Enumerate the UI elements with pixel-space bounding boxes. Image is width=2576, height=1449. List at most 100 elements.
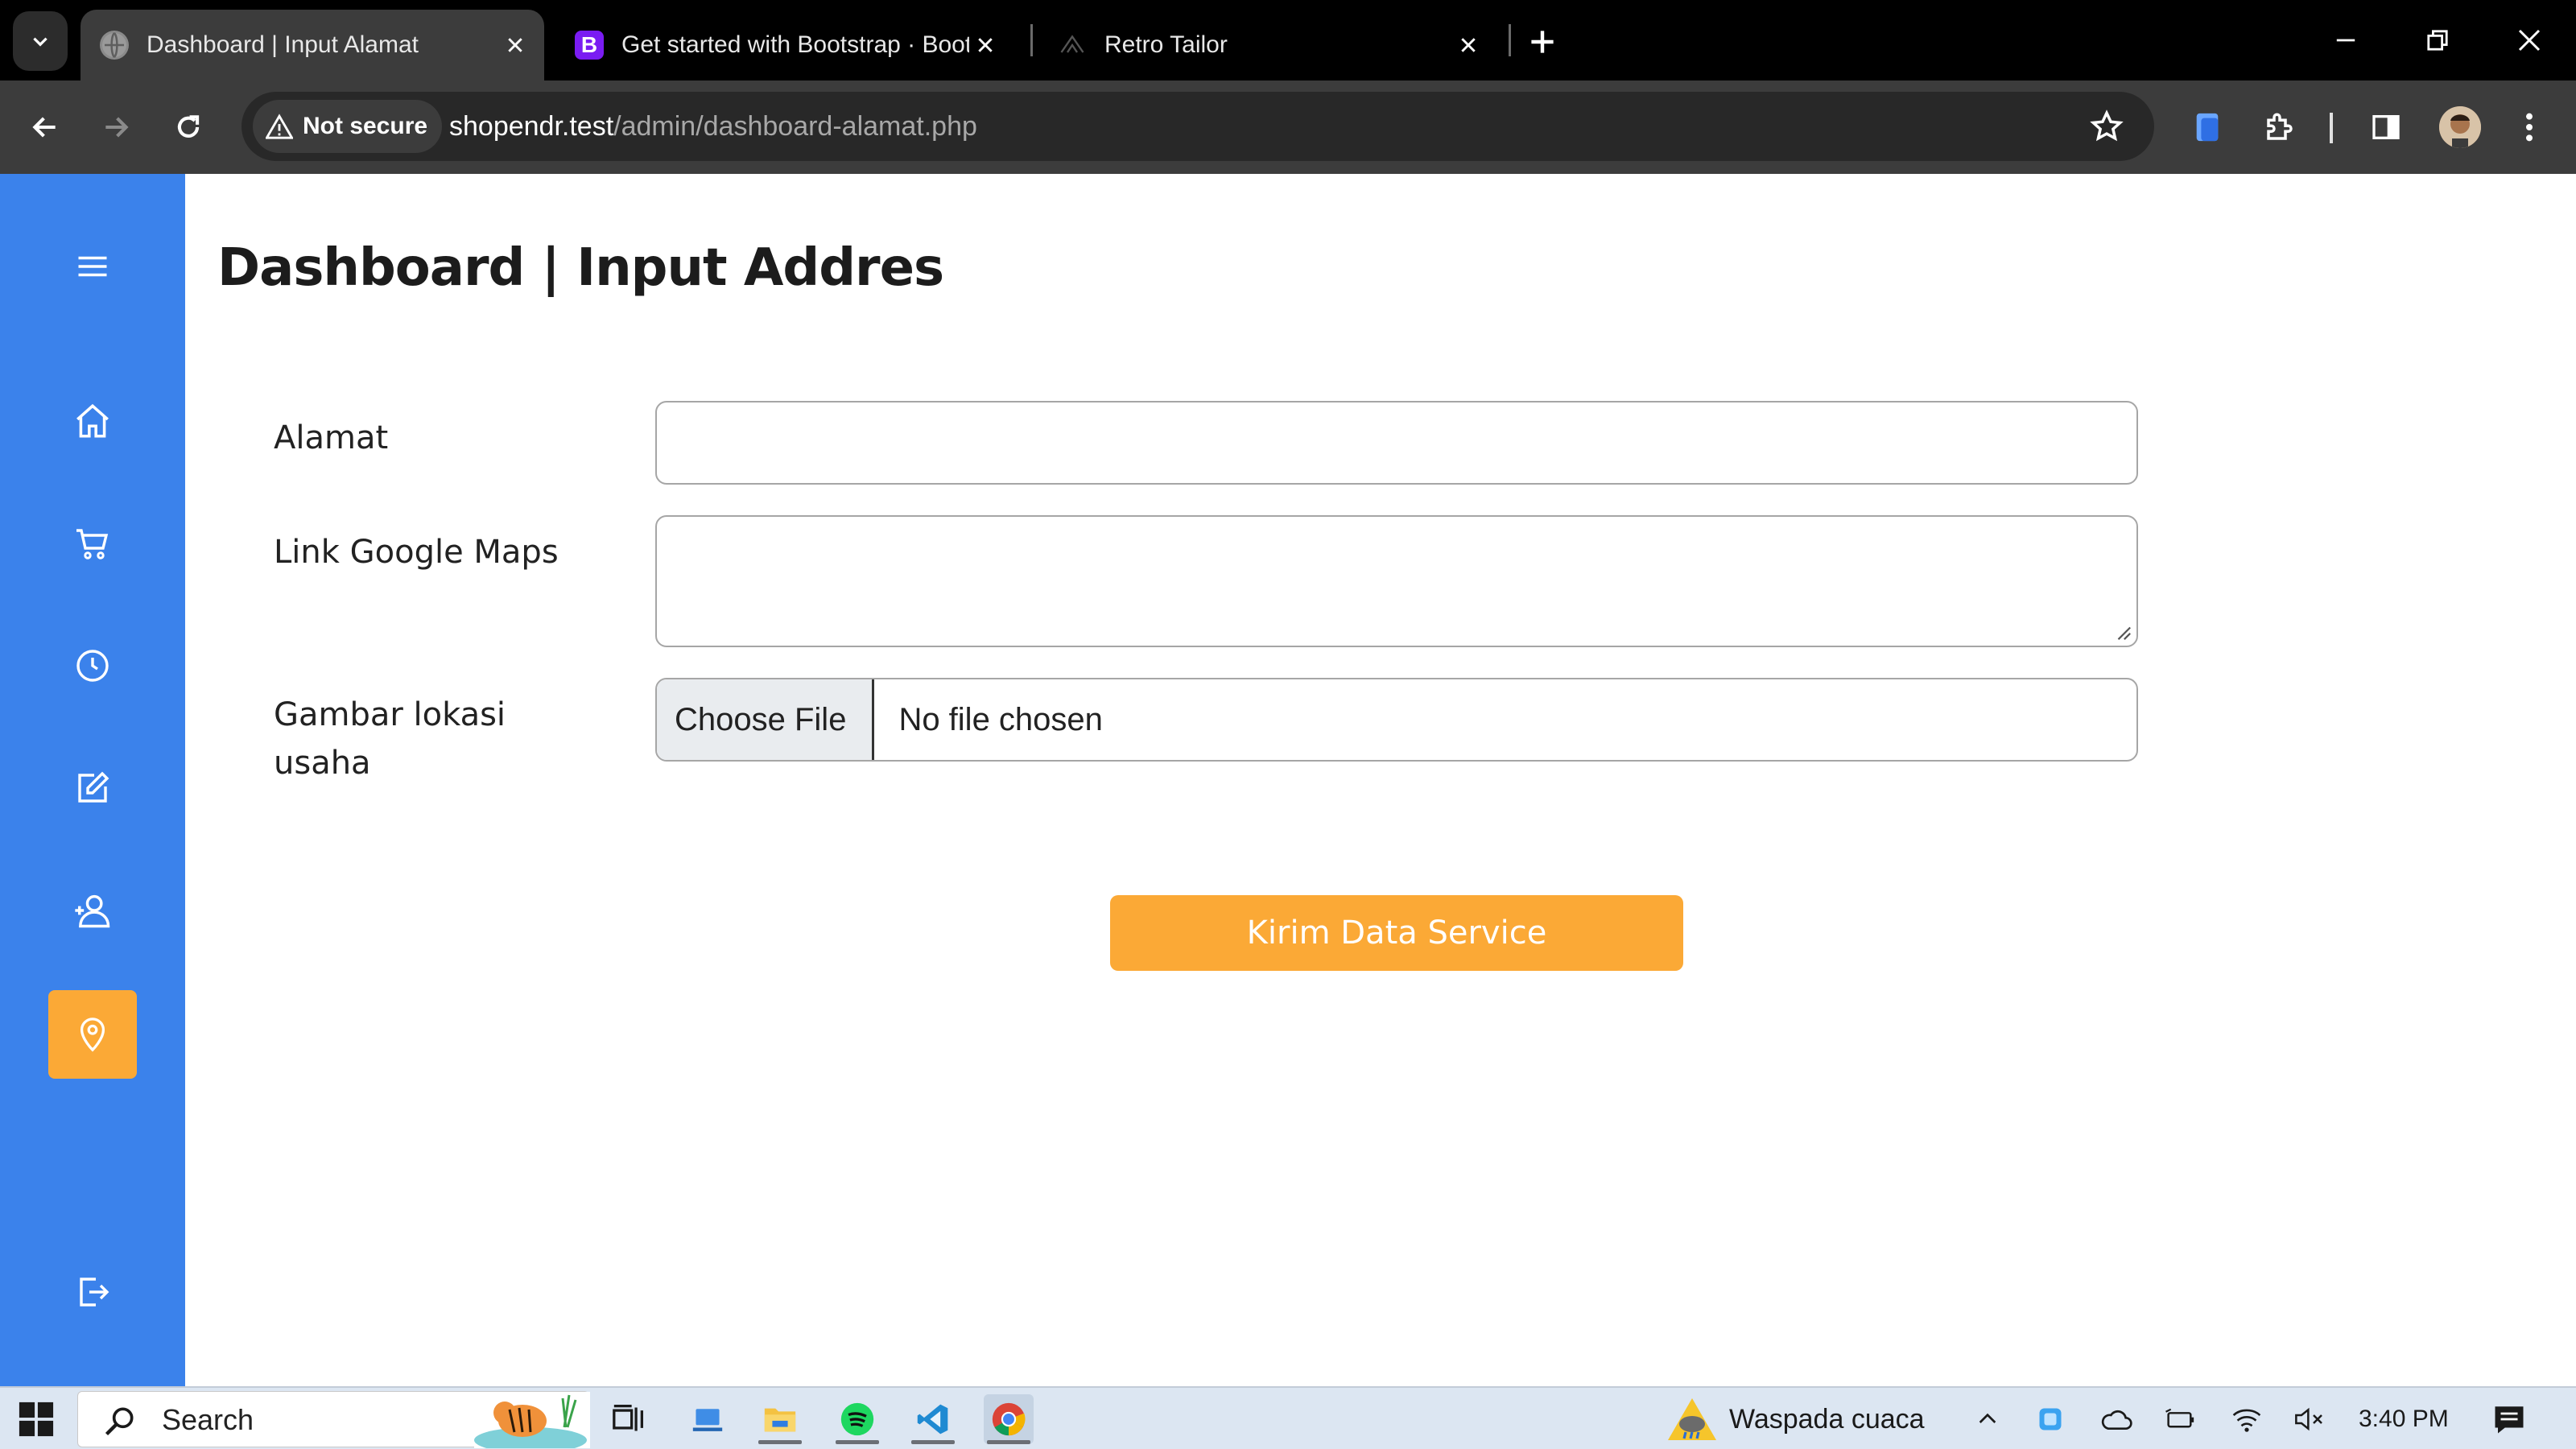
puzzle-icon — [2267, 113, 2293, 140]
running-indicator — [987, 1440, 1030, 1444]
taskbar-app-file-explorer[interactable] — [755, 1394, 805, 1444]
main-content: Dashboard | Input Addres Alamat Link Goo… — [185, 174, 2576, 1386]
tray-app-icon[interactable] — [2032, 1401, 2069, 1438]
browser-tab-strip: Dashboard | Input Alamat B Get started w… — [0, 0, 2576, 80]
forward-button[interactable] — [92, 103, 140, 151]
resize-grip-icon[interactable] — [2114, 623, 2132, 641]
globe-icon — [100, 31, 129, 60]
tray-battery[interactable] — [2162, 1401, 2199, 1438]
taskbar-app-laptop[interactable] — [683, 1394, 733, 1444]
tab-separator — [1030, 24, 1033, 56]
document-extension-icon — [2196, 113, 2219, 142]
sidebar-toggle[interactable] — [48, 222, 137, 311]
profile-avatar[interactable] — [2439, 106, 2481, 148]
tab-retro-tailor[interactable]: Retro Tailor — [1038, 10, 1497, 80]
notification-icon — [2495, 1406, 2524, 1434]
sidebar-item-home[interactable] — [48, 377, 137, 465]
task-view-button[interactable] — [604, 1394, 654, 1444]
reload-button[interactable] — [164, 103, 213, 151]
star-icon — [2090, 109, 2124, 142]
browser-toolbar: Not secure shopendr.test/admin/dashboard… — [0, 80, 2576, 174]
taskbar-app-spotify[interactable] — [832, 1394, 882, 1444]
tab-search-button[interactable] — [13, 11, 68, 71]
tray-network[interactable] — [2228, 1401, 2265, 1438]
sidebar-item-edit[interactable] — [48, 744, 137, 832]
close-icon[interactable] — [1452, 29, 1484, 61]
weather-label: Waspada cuaca — [1729, 1403, 1925, 1435]
arrow-right-icon — [105, 117, 129, 138]
address-bar[interactable]: Not secure shopendr.test/admin/dashboard… — [242, 92, 2154, 161]
extensions-button[interactable] — [2256, 103, 2304, 151]
edit-icon — [78, 771, 109, 803]
tray-volume[interactable] — [2291, 1401, 2328, 1438]
windows-start-icon[interactable] — [18, 1401, 55, 1438]
google-docs-extension[interactable] — [2183, 103, 2231, 151]
new-tab-button[interactable] — [1523, 23, 1562, 61]
search-icon — [105, 1407, 134, 1436]
task-view-icon — [613, 1405, 643, 1431]
gambar-lokasi-file-input[interactable]: Choose File No file chosen — [655, 678, 2138, 762]
weather-alert-icon — [1668, 1398, 1716, 1440]
user-add-icon — [75, 894, 110, 928]
sidebar-item-logout[interactable] — [48, 1248, 137, 1336]
taskbar-search[interactable]: Search — [77, 1391, 590, 1448]
running-indicator — [836, 1440, 879, 1444]
battery-icon — [2165, 1408, 2194, 1428]
toolbar-separator — [2330, 113, 2333, 143]
chrome-menu-button[interactable] — [2505, 103, 2553, 151]
blue-square-app-icon — [2039, 1408, 2062, 1430]
bookmark-button[interactable] — [2088, 108, 2125, 145]
tab-dashboard[interactable]: Dashboard | Input Alamat — [80, 10, 544, 80]
sidebar-item-add-user[interactable] — [48, 866, 137, 955]
gambar-lokasi-label-line1: Gambar lokasi — [274, 696, 506, 733]
side-panel-button[interactable] — [2362, 103, 2410, 151]
clock-icon — [76, 650, 109, 682]
taskbar-app-chrome[interactable] — [984, 1394, 1034, 1444]
close-icon[interactable] — [499, 29, 531, 61]
notifications-button[interactable] — [2491, 1401, 2528, 1438]
wifi-icon — [2232, 1409, 2261, 1432]
alamat-input[interactable] — [655, 401, 2138, 485]
tray-onedrive[interactable] — [2098, 1401, 2135, 1438]
tab-bootstrap[interactable]: B Get started with Bootstrap · Bootstrap — [555, 10, 1014, 80]
submit-button[interactable]: Kirim Data Service — [1110, 895, 1683, 971]
reload-icon — [177, 115, 200, 138]
gambar-lokasi-label-line2: usaha — [274, 745, 371, 782]
restore-icon — [2427, 30, 2448, 51]
url-host: shopendr.test — [449, 111, 614, 142]
url-path: /admin/dashboard-alamat.php — [613, 111, 977, 142]
running-indicator — [758, 1440, 802, 1444]
search-label: Search — [162, 1403, 254, 1436]
home-icon — [76, 403, 109, 438]
page-title: Dashboard | Input Addres — [217, 238, 944, 298]
cloud-icon — [2101, 1410, 2132, 1430]
bootstrap-icon: B — [575, 31, 604, 60]
plus-icon — [1531, 31, 1554, 53]
weather-widget[interactable]: Waspada cuaca — [1666, 1388, 1925, 1449]
running-indicator — [911, 1440, 955, 1444]
maps-link-textarea[interactable] — [655, 515, 2138, 647]
sidebar-item-cart[interactable] — [48, 499, 137, 588]
chevron-up-icon — [1979, 1413, 1996, 1423]
taskbar-clock[interactable]: 3:40 PM — [2359, 1388, 2449, 1449]
chrome-icon — [992, 1402, 1026, 1436]
url-text[interactable]: shopendr.test/admin/dashboard-alamat.php — [449, 92, 977, 161]
more-vertical-icon — [2526, 113, 2533, 142]
location-icon — [80, 1018, 105, 1052]
back-button[interactable] — [21, 103, 69, 151]
tab-title: Get started with Bootstrap · Bootstrap — [621, 31, 969, 58]
sidebar-item-history[interactable] — [48, 621, 137, 710]
sidebar-item-address[interactable] — [48, 990, 137, 1079]
cart-icon — [76, 529, 109, 559]
security-chip[interactable]: Not secure — [253, 100, 443, 153]
close-icon — [2518, 29, 2541, 52]
close-window-button[interactable] — [2505, 18, 2553, 63]
taskbar-app-vscode[interactable] — [908, 1394, 958, 1444]
tray-overflow-button[interactable] — [1969, 1401, 2006, 1438]
minimize-button[interactable] — [2322, 18, 2370, 63]
restore-button[interactable] — [2413, 18, 2462, 63]
arrow-left-icon — [32, 117, 56, 138]
file-status: No file chosen — [898, 701, 1103, 737]
close-icon[interactable] — [969, 29, 1001, 61]
choose-file-button[interactable]: Choose File — [657, 679, 875, 760]
